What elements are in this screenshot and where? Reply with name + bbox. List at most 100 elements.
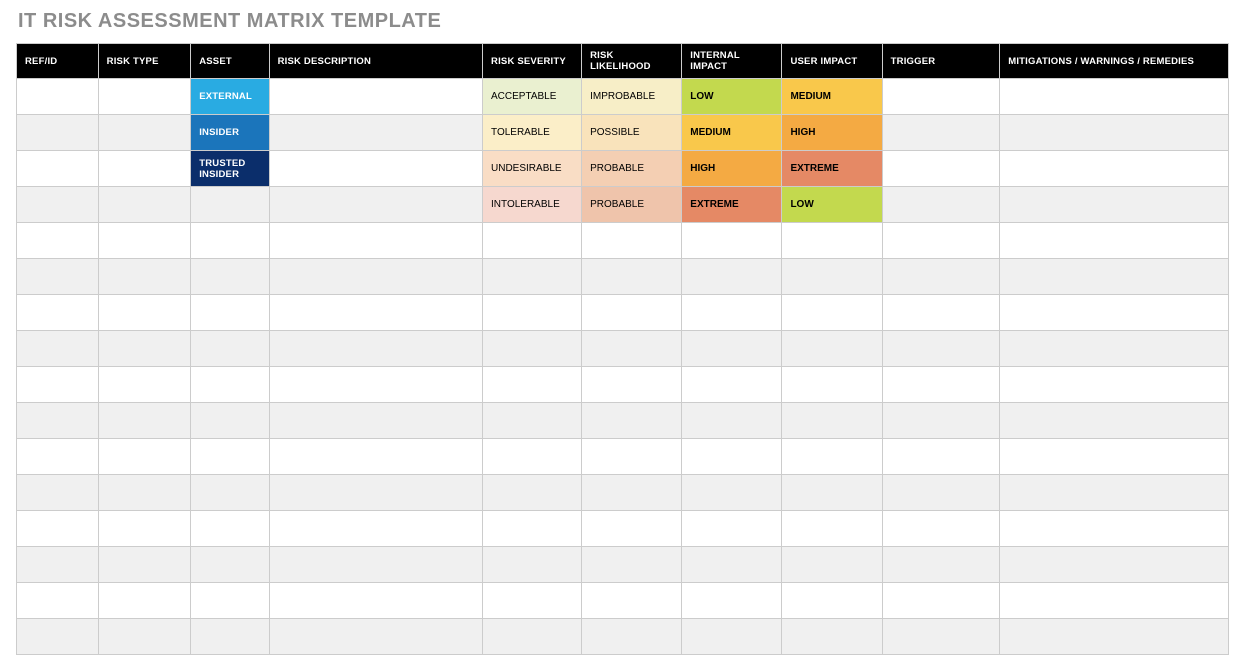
cell-desc[interactable] <box>269 511 482 547</box>
cell-severity[interactable] <box>483 367 582 403</box>
cell-type[interactable] <box>98 547 191 583</box>
cell-severity[interactable] <box>483 403 582 439</box>
cell-likelihood[interactable] <box>582 295 682 331</box>
cell-ref[interactable] <box>17 439 99 475</box>
cell-asset[interactable] <box>191 331 269 367</box>
cell-trigger[interactable] <box>882 115 1000 151</box>
cell-severity[interactable] <box>483 331 582 367</box>
cell-likelihood[interactable] <box>582 547 682 583</box>
cell-asset[interactable] <box>191 583 269 619</box>
cell-desc[interactable] <box>269 403 482 439</box>
cell-trigger[interactable] <box>882 79 1000 115</box>
cell-desc[interactable] <box>269 547 482 583</box>
cell-type[interactable] <box>98 331 191 367</box>
cell-mitigations[interactable] <box>1000 475 1229 511</box>
cell-mitigations[interactable] <box>1000 403 1229 439</box>
cell-type[interactable] <box>98 619 191 655</box>
cell-ref[interactable] <box>17 259 99 295</box>
cell-ref[interactable] <box>17 403 99 439</box>
cell-trigger[interactable] <box>882 583 1000 619</box>
cell-trigger[interactable] <box>882 367 1000 403</box>
cell-mitigations[interactable] <box>1000 259 1229 295</box>
cell-severity[interactable] <box>483 583 582 619</box>
cell-mitigations[interactable] <box>1000 223 1229 259</box>
cell-user[interactable] <box>782 619 882 655</box>
cell-internal[interactable] <box>682 403 782 439</box>
cell-ref[interactable] <box>17 151 99 187</box>
cell-trigger[interactable] <box>882 223 1000 259</box>
cell-severity[interactable] <box>483 259 582 295</box>
cell-user[interactable] <box>782 331 882 367</box>
cell-severity[interactable] <box>483 475 582 511</box>
cell-severity[interactable]: ACCEPTABLE <box>483 79 582 115</box>
cell-desc[interactable] <box>269 619 482 655</box>
cell-desc[interactable] <box>269 223 482 259</box>
cell-internal[interactable] <box>682 619 782 655</box>
cell-ref[interactable] <box>17 475 99 511</box>
cell-internal[interactable] <box>682 439 782 475</box>
cell-likelihood[interactable]: PROBABLE <box>582 187 682 223</box>
cell-ref[interactable] <box>17 223 99 259</box>
cell-internal[interactable] <box>682 547 782 583</box>
cell-internal[interactable] <box>682 583 782 619</box>
cell-trigger[interactable] <box>882 619 1000 655</box>
cell-type[interactable] <box>98 475 191 511</box>
cell-asset[interactable] <box>191 511 269 547</box>
cell-desc[interactable] <box>269 367 482 403</box>
cell-trigger[interactable] <box>882 547 1000 583</box>
cell-severity[interactable] <box>483 439 582 475</box>
cell-user[interactable] <box>782 439 882 475</box>
cell-asset[interactable] <box>191 475 269 511</box>
cell-user[interactable]: HIGH <box>782 115 882 151</box>
cell-internal[interactable] <box>682 331 782 367</box>
cell-mitigations[interactable] <box>1000 187 1229 223</box>
cell-internal[interactable] <box>682 223 782 259</box>
cell-ref[interactable] <box>17 115 99 151</box>
cell-type[interactable] <box>98 583 191 619</box>
cell-trigger[interactable] <box>882 403 1000 439</box>
cell-desc[interactable] <box>269 79 482 115</box>
cell-trigger[interactable] <box>882 475 1000 511</box>
cell-user[interactable] <box>782 583 882 619</box>
cell-trigger[interactable] <box>882 439 1000 475</box>
cell-asset[interactable] <box>191 295 269 331</box>
cell-likelihood[interactable] <box>582 223 682 259</box>
cell-trigger[interactable] <box>882 511 1000 547</box>
cell-mitigations[interactable] <box>1000 79 1229 115</box>
cell-severity[interactable] <box>483 295 582 331</box>
cell-mitigations[interactable] <box>1000 583 1229 619</box>
cell-trigger[interactable] <box>882 259 1000 295</box>
cell-type[interactable] <box>98 439 191 475</box>
cell-likelihood[interactable] <box>582 367 682 403</box>
cell-internal[interactable] <box>682 259 782 295</box>
cell-ref[interactable] <box>17 619 99 655</box>
cell-trigger[interactable] <box>882 295 1000 331</box>
cell-ref[interactable] <box>17 511 99 547</box>
cell-likelihood[interactable] <box>582 511 682 547</box>
cell-severity[interactable] <box>483 223 582 259</box>
cell-mitigations[interactable] <box>1000 115 1229 151</box>
cell-mitigations[interactable] <box>1000 331 1229 367</box>
cell-severity[interactable] <box>483 619 582 655</box>
cell-internal[interactable]: HIGH <box>682 151 782 187</box>
cell-user[interactable] <box>782 295 882 331</box>
cell-severity[interactable]: UNDESIRABLE <box>483 151 582 187</box>
cell-mitigations[interactable] <box>1000 439 1229 475</box>
cell-trigger[interactable] <box>882 187 1000 223</box>
cell-asset[interactable]: TRUSTED INSIDER <box>191 151 269 187</box>
cell-ref[interactable] <box>17 367 99 403</box>
cell-user[interactable] <box>782 367 882 403</box>
cell-type[interactable] <box>98 403 191 439</box>
cell-likelihood[interactable] <box>582 583 682 619</box>
cell-asset[interactable]: EXTERNAL <box>191 79 269 115</box>
cell-trigger[interactable] <box>882 331 1000 367</box>
cell-asset[interactable] <box>191 187 269 223</box>
cell-desc[interactable] <box>269 583 482 619</box>
cell-type[interactable] <box>98 223 191 259</box>
cell-severity[interactable]: TOLERABLE <box>483 115 582 151</box>
cell-asset[interactable] <box>191 259 269 295</box>
cell-internal[interactable] <box>682 367 782 403</box>
cell-desc[interactable] <box>269 295 482 331</box>
cell-internal[interactable] <box>682 511 782 547</box>
cell-type[interactable] <box>98 115 191 151</box>
